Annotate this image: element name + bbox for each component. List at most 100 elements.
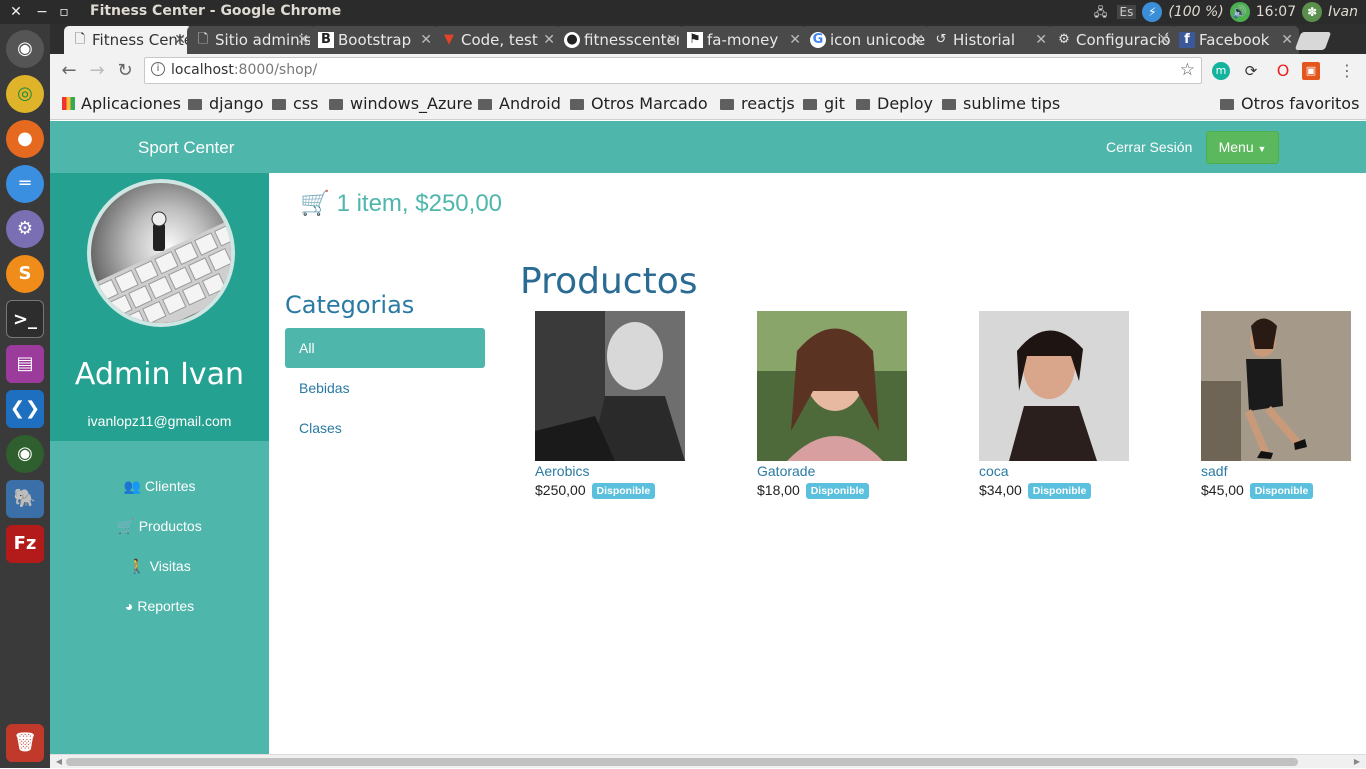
keyboard-indicator[interactable]: Es — [1116, 5, 1137, 19]
product-photo — [1201, 311, 1351, 461]
forward-icon[interactable]: → — [86, 60, 108, 82]
bookmark-folder-django[interactable]: django — [188, 94, 264, 113]
power-icon[interactable]: ⚡ — [1142, 2, 1163, 22]
office-icon[interactable]: ▣ — [1302, 62, 1320, 80]
logout-link[interactable]: Cerrar Sesión — [1106, 139, 1192, 155]
camera-icon[interactable]: ◉ — [6, 435, 44, 473]
settings-icon[interactable]: ⚙ — [6, 210, 44, 248]
github-icon: ● — [564, 32, 580, 48]
bookmark-folder-android[interactable]: Android — [478, 94, 561, 113]
bookmark-folder-git[interactable]: git — [803, 94, 845, 113]
product-image[interactable] — [757, 311, 907, 461]
keyboard-photo — [91, 211, 231, 323]
sidebar-item-visitas[interactable]: 🚶 Visitas — [50, 558, 269, 575]
network-icon[interactable]: 🖧 — [1090, 2, 1111, 22]
bookmark-folder-reactjs[interactable]: reactjs — [720, 94, 795, 113]
window-app-icon[interactable]: ▤ — [6, 345, 44, 383]
category-all[interactable]: All — [285, 328, 485, 368]
tab-bootstrap[interactable]: B Bootstrap ✕ — [310, 26, 438, 54]
scrollbar-thumb[interactable] — [66, 758, 1298, 766]
scroll-left-icon[interactable]: ◀ — [52, 755, 66, 769]
info-icon[interactable]: i — [151, 62, 165, 76]
close-icon[interactable]: ✕ — [1035, 26, 1047, 54]
window-close-button[interactable]: ✕ — [8, 3, 24, 21]
close-icon[interactable]: ✕ — [174, 26, 186, 54]
sidebar-item-productos[interactable]: 🛒 Productos — [50, 518, 269, 535]
cart-summary[interactable]: 🛒 1 item, $250,00 — [300, 189, 502, 218]
postgres-icon[interactable]: 🐘 — [6, 480, 44, 518]
star-icon[interactable]: ☆ — [1180, 60, 1195, 80]
filezilla-icon[interactable]: Fz — [6, 525, 44, 563]
product-card: Gatorade $18,00 Disponible — [757, 311, 917, 499]
category-bebidas[interactable]: Bebidas — [285, 368, 485, 408]
new-tab-button[interactable] — [1294, 32, 1332, 50]
close-icon[interactable]: ✕ — [666, 26, 678, 54]
close-icon[interactable]: ✕ — [543, 26, 555, 54]
product-image[interactable] — [1201, 311, 1351, 461]
tab-facebook[interactable]: f Facebook ✕ — [1171, 26, 1299, 54]
close-icon[interactable]: ✕ — [297, 26, 309, 54]
extension-sync-icon[interactable]: ⟳ — [1242, 62, 1260, 80]
tab-historial[interactable]: ↺ Historial ✕ — [925, 26, 1053, 54]
folder-icon — [856, 99, 870, 110]
sidebar-item-clientes[interactable]: 👥 Clientes — [50, 478, 269, 495]
window-minimize-button[interactable]: − — [34, 3, 50, 21]
product-image[interactable] — [535, 311, 685, 461]
product-name[interactable]: sadf — [1201, 463, 1361, 479]
messaging-icon[interactable]: ═ — [6, 165, 44, 203]
battery-percent: (100 %) — [1168, 4, 1224, 20]
clock[interactable]: 16:07 — [1256, 4, 1296, 20]
bookmark-folder-windows-azure[interactable]: windows_Azure — [329, 94, 473, 113]
ubuntu-dash-icon[interactable]: ◉ — [6, 30, 44, 68]
bookmark-folder-deploy[interactable]: Deploy — [856, 94, 933, 113]
menu-dropdown-button[interactable]: Menu ▼ — [1206, 131, 1279, 164]
product-photo — [757, 311, 907, 461]
bookmark-folder-sublime-tips[interactable]: sublime tips — [942, 94, 1060, 113]
close-icon[interactable]: ✕ — [420, 26, 432, 54]
address-bar[interactable]: i localhost:8000/shop/ ☆ — [144, 57, 1202, 84]
bookmark-folder-otros-marcadores[interactable]: Otros Marcadores — [570, 94, 708, 113]
user-name[interactable]: Ivan — [1328, 4, 1358, 20]
chrome-icon[interactable]: ◎ — [6, 75, 44, 113]
window-maximize-button[interactable]: ▫ — [56, 3, 72, 21]
tab-fitness-center[interactable]: 🗋 Fitness Center ✕ — [64, 26, 192, 54]
brand-link[interactable]: Sport Center — [138, 138, 234, 158]
tab-gitlab[interactable]: ▼ Code, test ✕ — [433, 26, 561, 54]
user-icon[interactable]: ✽ — [1302, 2, 1323, 22]
volume-icon[interactable]: 🔊 — [1229, 2, 1250, 22]
scroll-right-icon[interactable]: ▶ — [1350, 755, 1364, 769]
tab-icon-unicode[interactable]: Gicon unicode ✕ — [802, 26, 930, 54]
product-name[interactable]: coca — [979, 463, 1139, 479]
close-icon[interactable]: ✕ — [1158, 26, 1170, 54]
bookmark-folder-otros-favoritos[interactable]: Otros favoritos — [1220, 94, 1359, 113]
tab-label: Bootstrap — [338, 31, 412, 49]
sidebar-item-reportes[interactable]: ◕ Reportes — [50, 598, 269, 614]
chrome-menu-icon[interactable]: ⋮ — [1336, 60, 1358, 82]
close-icon[interactable]: ✕ — [1281, 26, 1293, 54]
close-icon[interactable]: ✕ — [912, 26, 924, 54]
terminal-icon[interactable]: >_ — [6, 300, 44, 338]
opera-icon[interactable]: O — [1274, 62, 1292, 80]
bookmark-apps[interactable]: Aplicaciones — [62, 94, 181, 113]
tab-fa-money[interactable]: ⚑ fa-money ✕ — [679, 26, 807, 54]
category-clases[interactable]: Clases — [285, 408, 485, 448]
reload-icon[interactable]: ↻ — [114, 60, 136, 82]
back-icon[interactable]: ← — [58, 60, 80, 82]
sublime-icon[interactable]: S — [6, 255, 44, 293]
tab-sitio-administrativo[interactable]: 🗋Sitio administrativo✕ — [187, 26, 315, 54]
admin-email: ivanlopz11@gmail.com — [87, 413, 232, 429]
product-image[interactable] — [979, 311, 1129, 461]
tab-configuracion[interactable]: ⚙ Configuración ✕ — [1048, 26, 1176, 54]
bookmark-folder-css[interactable]: css — [272, 94, 318, 113]
tab-github[interactable]: ● fitnesscenter ✕ — [556, 26, 684, 54]
firefox-icon[interactable]: ● — [6, 120, 44, 158]
extension-m-icon[interactable]: m — [1212, 62, 1230, 80]
avatar — [87, 179, 235, 327]
product-name[interactable]: Gatorade — [757, 463, 917, 479]
close-icon[interactable]: ✕ — [789, 26, 801, 54]
history-icon: ↺ — [935, 32, 947, 47]
horizontal-scrollbar[interactable]: ◀ ▶ — [50, 754, 1366, 768]
product-name[interactable]: Aerobics — [535, 463, 695, 479]
vscode-icon[interactable]: ❮❯ — [6, 390, 44, 428]
trash-icon[interactable]: 🗑 — [6, 724, 44, 762]
